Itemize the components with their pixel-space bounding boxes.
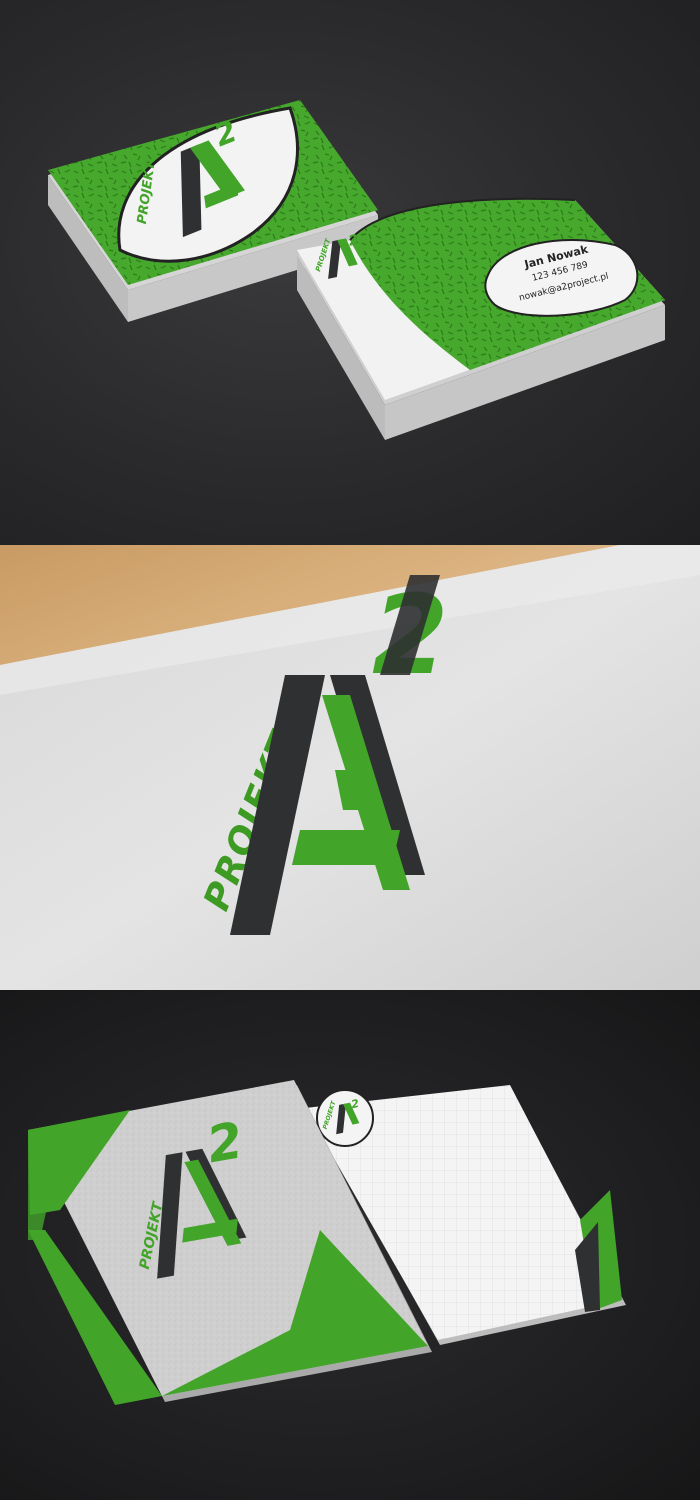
business-cards-scene: PROJEKT 2 Jan Nowak 123 456 789 nowak@a2…	[0, 0, 700, 545]
stationery-illustration: PROJEKT 2 PROJEKT 2	[28, 1080, 626, 1405]
letterpress-illustration: PROJEKT 2	[0, 545, 700, 990]
stationery-scene: PROJEKT 2 PROJEKT 2	[0, 990, 700, 1500]
letterpress-scene: PROJEKT 2	[0, 545, 700, 990]
business-cards-illustration: PROJEKT 2 Jan Nowak 123 456 789 nowak@a2…	[48, 100, 665, 440]
card-stack-front: Jan Nowak 123 456 789 nowak@a2project.pl…	[297, 197, 665, 440]
